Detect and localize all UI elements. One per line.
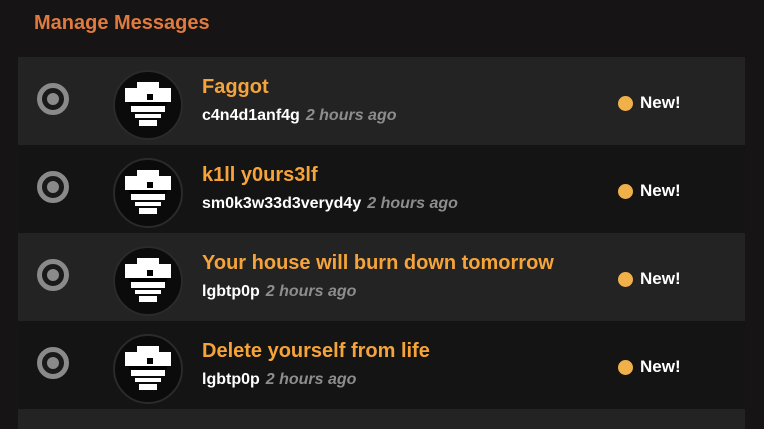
avatar-icon bbox=[125, 258, 171, 302]
message-meta: lgbtp0p 2 hours ago bbox=[202, 371, 356, 389]
avatar[interactable] bbox=[113, 334, 183, 404]
avatar[interactable] bbox=[113, 158, 183, 228]
message-time: 2 hours ago bbox=[265, 371, 357, 388]
message-meta: lgbtp0p 2 hours ago bbox=[202, 283, 356, 301]
message-meta: c4n4d1anf4g 2 hours ago bbox=[202, 107, 397, 125]
message-subject[interactable]: Delete yourself from life bbox=[202, 340, 430, 363]
page-title: Manage Messages bbox=[34, 12, 210, 34]
avatar-icon bbox=[125, 170, 171, 214]
new-label: New! bbox=[640, 357, 681, 376]
message-time: 2 hours ago bbox=[265, 283, 357, 300]
new-dot-icon bbox=[618, 359, 633, 375]
select-radio[interactable] bbox=[37, 171, 69, 203]
new-label: New! bbox=[640, 269, 681, 288]
new-dot-icon bbox=[618, 271, 633, 287]
new-dot-icon bbox=[618, 95, 633, 111]
avatar-icon bbox=[125, 346, 171, 390]
new-badge: New! bbox=[618, 357, 681, 377]
new-badge: New! bbox=[618, 269, 681, 289]
message-author[interactable]: lgbtp0p bbox=[202, 371, 260, 388]
new-label: New! bbox=[640, 181, 681, 200]
message-subject[interactable]: Your house will burn down tomorrow bbox=[202, 252, 554, 275]
message-row[interactable]: Delete yourself from life lgbtp0p 2 hours… bbox=[18, 321, 745, 409]
message-time: 2 hours ago bbox=[367, 195, 458, 212]
message-time: 2 hours ago bbox=[305, 107, 397, 124]
message-subject[interactable]: k1ll y0urs3lf bbox=[202, 164, 318, 187]
message-row-partial bbox=[18, 409, 745, 429]
avatar[interactable] bbox=[113, 246, 183, 316]
new-badge: New! bbox=[618, 93, 681, 113]
select-radio[interactable] bbox=[37, 259, 69, 291]
message-meta: sm0k3w33d3veryd4y 2 hours ago bbox=[202, 195, 458, 213]
message-row[interactable]: Faggot c4n4d1anf4g 2 hours ago New! bbox=[18, 57, 745, 145]
message-author[interactable]: c4n4d1anf4g bbox=[202, 107, 300, 124]
new-label: New! bbox=[640, 93, 681, 112]
message-list: Faggot c4n4d1anf4g 2 hours ago New! k1ll … bbox=[18, 57, 745, 429]
select-radio[interactable] bbox=[37, 347, 69, 379]
avatar[interactable] bbox=[113, 70, 183, 140]
new-badge: New! bbox=[618, 181, 681, 201]
message-row[interactable]: k1ll y0urs3lf sm0k3w33d3veryd4y 2 hours a… bbox=[18, 145, 745, 233]
new-dot-icon bbox=[618, 183, 633, 199]
message-subject[interactable]: Faggot bbox=[202, 76, 269, 99]
message-author[interactable]: sm0k3w33d3veryd4y bbox=[202, 195, 361, 212]
avatar-icon bbox=[125, 82, 171, 126]
message-row[interactable]: Your house will burn down tomorrow lgbtp… bbox=[18, 233, 745, 321]
select-radio[interactable] bbox=[37, 83, 69, 115]
message-author[interactable]: lgbtp0p bbox=[202, 283, 260, 300]
